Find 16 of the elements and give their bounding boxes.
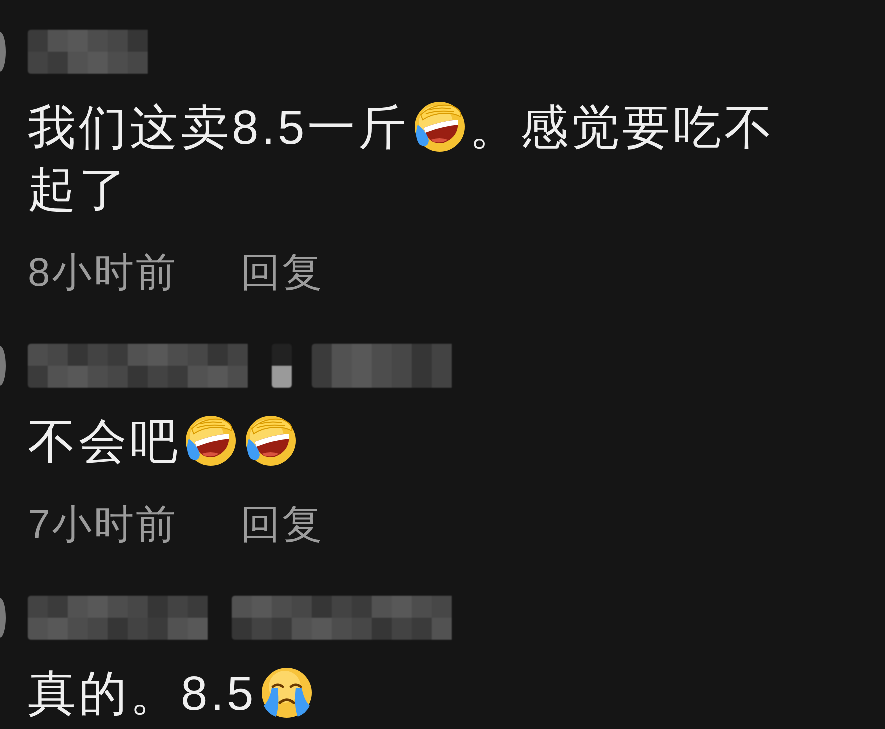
laughing-tears-face-icon — [185, 415, 237, 467]
laughing-tears-face-icon — [245, 415, 297, 467]
comment-text: 。感觉要吃不 — [470, 102, 776, 155]
avatar — [0, 32, 6, 72]
avatar — [0, 598, 6, 638]
avatar — [0, 346, 6, 386]
crying-face-icon — [260, 667, 313, 719]
laughing-tears-face-icon — [414, 101, 466, 153]
timestamp: 8小时前 — [28, 250, 178, 297]
comment-text: 我们这卖8.5一斤 — [28, 102, 410, 155]
reply-button[interactable]: 回复 — [240, 248, 324, 298]
timestamp: 7小时前 — [28, 502, 178, 549]
comment-text: 起了 — [28, 164, 130, 217]
reply-button[interactable]: 回复 — [240, 500, 324, 550]
comment-text: 不会吧 — [28, 416, 181, 469]
comment-text: 真的。8.5 — [28, 668, 257, 721]
